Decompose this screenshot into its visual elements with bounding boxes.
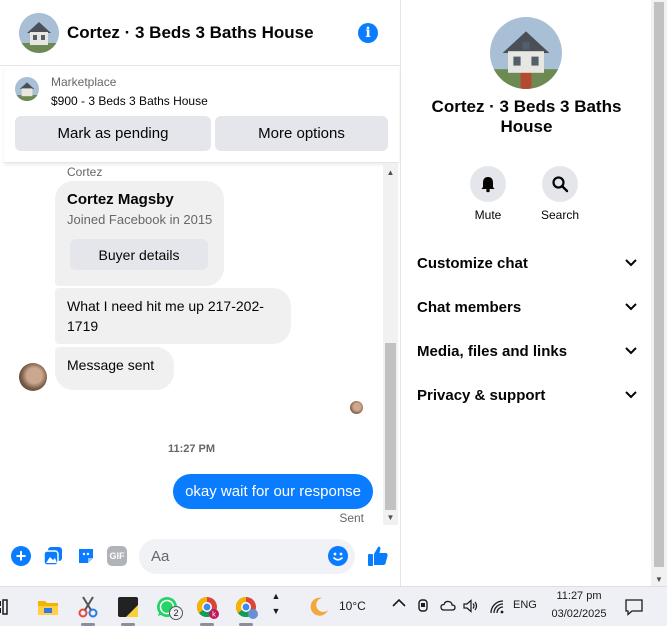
whatsapp-unread-badge: 2 — [169, 606, 183, 620]
row-label: Chat members — [417, 298, 522, 316]
plus-icon[interactable]: + — [11, 546, 31, 566]
incoming-message[interactable]: What I need hit me up 217-202-1719 — [55, 288, 291, 344]
search-icon[interactable] — [542, 166, 578, 202]
chevron-down-icon — [625, 256, 637, 270]
mute-button[interactable]: Mute — [458, 166, 518, 222]
message-input[interactable] — [139, 539, 355, 574]
marketplace-label: Marketplace — [51, 75, 117, 89]
thumbs-up-icon[interactable] — [366, 544, 390, 568]
buyer-details-button[interactable]: Buyer details — [70, 239, 208, 270]
row-label: Customize chat — [417, 254, 528, 272]
snipping-tool-icon[interactable] — [76, 595, 100, 619]
gif-icon[interactable]: GIF — [107, 546, 127, 566]
buyer-joined-date: Joined Facebook in 2015 — [67, 212, 213, 227]
more-options-button[interactable]: More options — [215, 116, 388, 151]
widgets-icon[interactable] — [0, 595, 10, 619]
photo-icon[interactable] — [43, 546, 63, 566]
emoji-icon[interactable] — [328, 546, 348, 566]
notification-center-icon[interactable] — [624, 598, 644, 616]
media-files-links-row[interactable]: Media, files and links — [417, 339, 637, 363]
buyer-name: Cortez Magsby — [67, 191, 174, 208]
message-timestamp: 11:27 PM — [167, 443, 216, 455]
details-avatar[interactable] — [490, 17, 562, 89]
scroll-down-arrow-icon[interactable]: ▼ — [651, 575, 667, 584]
bell-icon[interactable] — [470, 166, 506, 202]
outgoing-message[interactable]: okay wait for our response — [173, 474, 373, 509]
marketplace-card: Marketplace $900 - 3 Beds 3 Baths House … — [4, 67, 399, 163]
row-label: Privacy & support — [417, 386, 546, 404]
meet-now-icon[interactable] — [416, 598, 430, 614]
chat-details-pane: Cortez · 3 Beds 3 Baths House Mute Searc… — [402, 0, 651, 586]
clock-time: 11:27 pm — [556, 590, 602, 602]
wifi-icon[interactable] — [490, 600, 504, 614]
seen-indicator-avatar — [350, 401, 363, 414]
privacy-support-row[interactable]: Privacy & support — [417, 383, 637, 407]
chevron-down-icon — [625, 388, 637, 402]
incoming-message[interactable]: Message sent — [55, 347, 174, 390]
chevron-down-icon — [625, 344, 637, 358]
chat-avatar[interactable] — [19, 12, 59, 53]
chevron-down-icon — [625, 300, 637, 314]
clock[interactable]: 11:27 pm 03/02/2025 — [546, 590, 612, 624]
windows-taskbar: 2 k ▲ ▼ 10°C ENG 11:27 pm 03/02/2025 — [0, 586, 667, 626]
chrome-profile-icon[interactable] — [234, 595, 258, 619]
page-scroll-thumb[interactable] — [654, 2, 664, 567]
message-status: Sent — [339, 511, 364, 525]
listing-thumbnail[interactable] — [15, 77, 39, 101]
chat-pane: Cortez · 3 Beds 3 Baths House i Marketpl… — [0, 0, 401, 586]
listing-title[interactable]: $900 - 3 Beds 3 Baths House — [51, 94, 208, 108]
scroll-thumb[interactable] — [385, 343, 396, 510]
info-icon[interactable]: i — [358, 23, 378, 43]
chat-header: Cortez · 3 Beds 3 Baths House i — [0, 0, 401, 66]
input-language[interactable]: ENG — [513, 599, 537, 611]
scroll-down-arrow-icon[interactable]: ▼ — [383, 510, 398, 525]
clock-date: 03/02/2025 — [551, 608, 607, 620]
show-hidden-icons-icon[interactable] — [392, 598, 406, 611]
onedrive-icon[interactable] — [440, 599, 456, 613]
search-label: Search — [540, 208, 580, 222]
row-label: Media, files and links — [417, 342, 568, 360]
sticker-icon[interactable] — [76, 546, 96, 566]
chat-members-row[interactable]: Chat members — [417, 295, 637, 319]
chat-title[interactable]: Cortez · 3 Beds 3 Baths House — [67, 23, 314, 43]
sender-name: Cortez — [67, 165, 103, 179]
scroll-up-arrow-icon[interactable]: ▲ — [383, 165, 398, 180]
messenger-window: Cortez · 3 Beds 3 Baths House i Marketpl… — [0, 0, 667, 626]
search-button[interactable]: Search — [530, 166, 590, 222]
weather-moon-icon[interactable] — [307, 595, 331, 619]
file-explorer-icon[interactable] — [36, 595, 60, 619]
message-scrollbar[interactable]: ▲ ▼ — [383, 163, 398, 525]
sender-avatar[interactable] — [19, 363, 47, 391]
customize-chat-row[interactable]: Customize chat — [417, 251, 637, 275]
sticky-notes-icon[interactable] — [116, 595, 140, 619]
page-scrollbar[interactable]: ▼ — [651, 0, 667, 586]
taskbar-scroll-arrows-icon[interactable]: ▲ ▼ — [270, 589, 282, 619]
message-list: Cortez Cortez Magsby Joined Facebook in … — [0, 163, 383, 525]
mark-as-pending-button[interactable]: Mark as pending — [15, 116, 211, 151]
mute-label: Mute — [474, 208, 502, 222]
details-title: Cortez · 3 Beds 3 Baths House — [431, 97, 622, 136]
volume-icon[interactable] — [463, 599, 479, 613]
weather-temperature[interactable]: 10°C — [339, 599, 366, 613]
buyer-profile-card: Cortez Magsby Joined Facebook in 2015 Bu… — [55, 181, 224, 286]
chrome-profile-k-icon[interactable]: k — [195, 595, 219, 619]
message-composer: + GIF — [0, 530, 401, 584]
